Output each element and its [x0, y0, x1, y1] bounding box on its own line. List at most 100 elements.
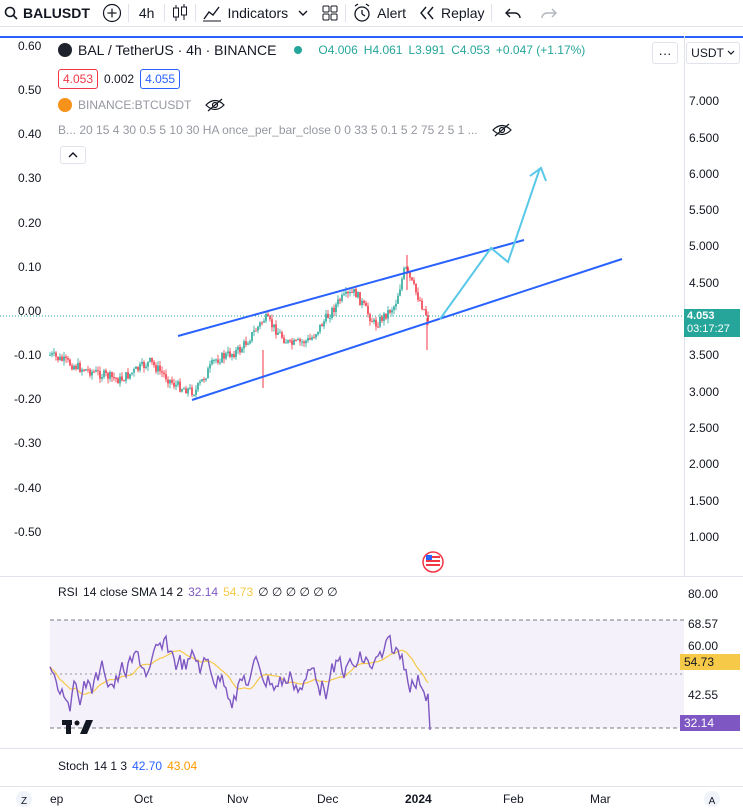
- candle-body: [199, 381, 201, 384]
- stoch-name: Stoch: [58, 759, 89, 773]
- candle-body: [71, 365, 73, 370]
- candle-body: [349, 292, 351, 294]
- price-chart[interactable]: [0, 0, 743, 812]
- legend-change: +0.047 (+1.17%): [495, 43, 586, 57]
- candle-body: [411, 277, 413, 281]
- candle-body: [311, 337, 313, 340]
- more-options-button[interactable]: ···: [652, 42, 678, 64]
- candle-body: [299, 339, 301, 342]
- candle-body: [233, 354, 235, 358]
- bid-ask-row: 4.053 0.002 4.055: [58, 69, 181, 89]
- rsi-extra: ∅ ∅ ∅ ∅ ∅ ∅: [258, 585, 338, 599]
- candle-body: [105, 370, 107, 373]
- left-tick: -0.30: [14, 436, 42, 450]
- candle-body: [113, 377, 115, 379]
- candle-body: [213, 360, 215, 362]
- eye-off-icon[interactable]: [491, 123, 512, 137]
- rsi-value: 32.14: [188, 585, 219, 599]
- eye-off-icon[interactable]: [205, 98, 226, 112]
- left-tick: 0.30: [18, 171, 42, 185]
- legend-open: O4.006: [318, 43, 358, 57]
- candle-body: [281, 332, 283, 338]
- candle-body: [307, 338, 309, 341]
- candle-body: [421, 300, 423, 310]
- candle-body: [109, 372, 111, 379]
- candle-body: [249, 341, 251, 344]
- candle-body: [417, 292, 419, 300]
- btc-coin-icon: [58, 98, 72, 112]
- legend-low: L3.991: [408, 43, 446, 57]
- usa-flag-icon[interactable]: [422, 551, 444, 573]
- candle-body: [83, 369, 85, 371]
- left-tick: -0.40: [14, 481, 42, 495]
- compare-symbol[interactable]: BINANCE:BTCUSDT: [78, 98, 191, 112]
- candle-body: [329, 317, 331, 319]
- projection-path[interactable]: [439, 167, 541, 320]
- candle-body: [57, 356, 59, 361]
- bar-countdown: 03:17:27: [687, 323, 730, 335]
- candle-body: [331, 307, 333, 318]
- right-tick: 2.500: [689, 421, 720, 435]
- rsi-ma-value: 54.73: [223, 585, 254, 599]
- stoch-legend[interactable]: Stoch 14 1 3 42.70 43.04: [58, 759, 197, 773]
- pane-separator[interactable]: [0, 576, 743, 577]
- candle-body: [241, 348, 243, 353]
- candle-body: [359, 292, 361, 306]
- candle-body: [265, 314, 267, 321]
- candle-body: [147, 361, 149, 367]
- legend-title[interactable]: BAL / TetherUS · 4h · BINANCE: [78, 42, 276, 58]
- candle-body: [373, 319, 375, 322]
- channel-upper-line[interactable]: [177, 239, 525, 337]
- left-tick: 0.20: [18, 216, 42, 230]
- candle-body: [303, 341, 305, 344]
- time-axis[interactable]: Z ep Oct Nov Dec 2024 Feb Mar A: [0, 786, 743, 812]
- candle-body: [391, 310, 393, 313]
- candle-body: [301, 341, 303, 343]
- market-open-dot: [294, 46, 303, 54]
- script-params[interactable]: B... 20 15 4 30 0.5 5 10 30 HA once_per_…: [58, 123, 478, 137]
- candle-body: [317, 331, 319, 335]
- candle-body: [345, 291, 347, 294]
- candle-body: [361, 300, 363, 306]
- left-price-axis[interactable]: 0.60 0.50 0.40 0.30 0.20 0.10 0.00 -0.10…: [0, 36, 48, 576]
- candle-body: [309, 338, 311, 340]
- stoch-params: 14 1 3: [93, 759, 128, 773]
- candle-body: [205, 378, 207, 381]
- candle-body: [151, 357, 153, 362]
- candle-body: [425, 309, 427, 316]
- time-tick: Dec: [317, 792, 339, 806]
- collapse-legend-button[interactable]: [60, 146, 86, 164]
- buy-price[interactable]: 4.055: [140, 69, 181, 89]
- compare-legend: BINANCE:BTCUSDT: [58, 98, 226, 112]
- candle-body: [413, 280, 415, 284]
- candle-body: [365, 303, 367, 307]
- candle-body: [165, 374, 167, 380]
- candle-body: [95, 370, 97, 372]
- candle-body: [123, 380, 125, 382]
- candle-body: [371, 321, 373, 323]
- candle-body: [381, 316, 383, 321]
- candle-body: [77, 362, 79, 369]
- auto-scale-button[interactable]: A: [704, 791, 720, 807]
- right-price-axis[interactable]: 7.000 6.500 6.000 5.500 5.000 4.500 3.50…: [684, 36, 743, 576]
- pane-separator[interactable]: [0, 748, 743, 749]
- candle-body: [127, 372, 129, 379]
- candle-body: [367, 306, 369, 315]
- sell-price[interactable]: 4.053: [58, 69, 99, 89]
- candle-body: [185, 388, 187, 394]
- candle-body: [253, 330, 255, 333]
- timezone-button[interactable]: Z: [16, 791, 32, 807]
- right-tick: 1.000: [689, 530, 720, 544]
- candle-body: [131, 372, 133, 374]
- candle-body: [337, 299, 339, 305]
- rsi-legend[interactable]: RSI 14 close SMA 14 2 32.14 54.73 ∅ ∅ ∅ …: [58, 585, 338, 599]
- candle-body: [75, 365, 77, 369]
- candle-body: [163, 372, 165, 375]
- candle-body: [291, 340, 293, 345]
- candle-body: [175, 384, 177, 387]
- candle-body: [53, 352, 55, 354]
- candle-body: [177, 381, 179, 385]
- right-tick: 6.500: [689, 131, 720, 145]
- candle-body: [101, 377, 103, 379]
- candle-body: [243, 341, 245, 349]
